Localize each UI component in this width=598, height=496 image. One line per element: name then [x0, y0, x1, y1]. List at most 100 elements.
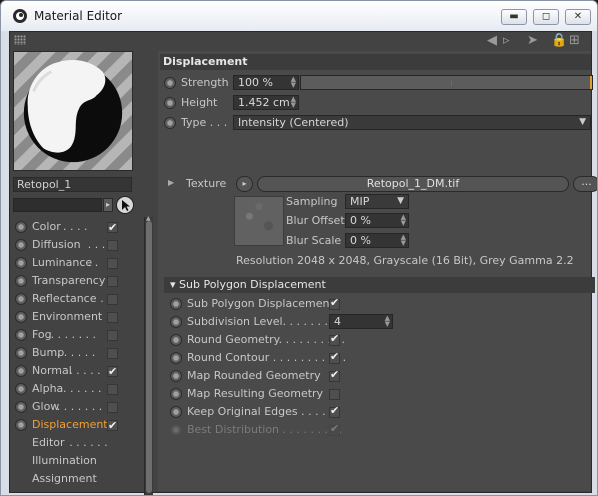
channel-alpha[interactable]: Alpha . . . . . .: [13, 380, 135, 398]
pick-cursor-button[interactable]: [116, 196, 134, 214]
channel-transparency[interactable]: Transparency: [13, 272, 135, 290]
channel-checkbox[interactable]: [107, 240, 118, 251]
grip-icon[interactable]: [14, 35, 26, 45]
pointer-icon[interactable]: ➤: [527, 33, 538, 49]
channel-radio[interactable]: [15, 329, 27, 341]
sub-polygon-checkbox[interactable]: [329, 389, 340, 400]
channel-fog[interactable]: Fog . . . . . . .: [13, 326, 135, 344]
channel-radio[interactable]: [15, 365, 27, 377]
subdivision-level-input[interactable]: 4 ▲ ▼: [329, 314, 393, 329]
sub-polygon-section-header[interactable]: ▾ Sub Polygon Displacement: [164, 277, 595, 293]
animate-toggle[interactable]: [170, 388, 182, 400]
channel-diffusion[interactable]: Diffusion . . . .: [13, 236, 135, 254]
material-name-field[interactable]: Retopol_1: [13, 177, 132, 192]
strength-slider[interactable]: [300, 75, 593, 90]
channel-reflectance[interactable]: Reflectance . .: [13, 290, 135, 308]
height-input[interactable]: 1.452 cm ▲ ▼: [233, 95, 299, 110]
channel-label: Normal: [32, 364, 72, 377]
channel-checkbox[interactable]: [107, 276, 118, 287]
blur-offset-input[interactable]: 0 % ▲ ▼: [345, 213, 409, 228]
channel-checkbox[interactable]: [107, 258, 118, 269]
channel-assignment[interactable]: Assignment: [13, 470, 135, 488]
filter-arrow-button[interactable]: ▸: [103, 198, 113, 212]
channel-radio[interactable]: [15, 221, 27, 233]
channel-radio[interactable]: [15, 347, 27, 359]
channel-displacement[interactable]: Displacement: [13, 416, 135, 435]
scrollbar-thumb[interactable]: [146, 221, 152, 493]
channel-list-scrollbar[interactable]: ▲ ▼: [144, 215, 153, 495]
resolution-info: Resolution 2048 x 2048, Grayscale (16 Bi…: [236, 252, 588, 270]
channel-luminance[interactable]: Luminance . .: [13, 254, 135, 272]
channel-color[interactable]: Color . . . .: [13, 218, 135, 237]
channel-label: Fog: [32, 328, 52, 341]
channel-radio[interactable]: [15, 311, 27, 323]
channel-filter-input[interactable]: [13, 198, 102, 212]
channel-environment[interactable]: Environment: [13, 308, 135, 326]
texture-file-button[interactable]: Retopol_1_DM.tif: [257, 176, 569, 192]
sub-polygon-checkbox[interactable]: [329, 368, 340, 382]
blur-offset-row: Blur Offset 0 % ▲ ▼: [286, 212, 586, 230]
animate-toggle[interactable]: [170, 352, 182, 364]
sub-polygon-checkbox[interactable]: [329, 296, 340, 310]
forward-arrow-icon[interactable]: ▹: [503, 33, 510, 49]
channel-checkbox[interactable]: [107, 363, 118, 381]
animate-toggle[interactable]: [170, 406, 182, 418]
channel-checkbox[interactable]: [107, 312, 118, 323]
channel-radio[interactable]: [15, 293, 27, 305]
lock-icon[interactable]: 🔒: [551, 33, 567, 49]
channel-bump[interactable]: Bump . . . . . .: [13, 344, 135, 362]
channel-checkbox[interactable]: [107, 348, 118, 359]
texture-options-button[interactable]: ▸: [236, 176, 253, 192]
channel-glow[interactable]: Glow . . . . . . .: [13, 398, 135, 416]
sub-polygon-label: Round Contour . . . . . . . . . . .: [187, 351, 347, 364]
collapse-arrow-icon[interactable]: ▾: [170, 278, 176, 291]
channel-checkbox[interactable]: [107, 402, 118, 413]
type-animate-toggle[interactable]: [164, 117, 176, 129]
texture-expand-icon[interactable]: ▶: [168, 178, 174, 187]
channel-checkbox[interactable]: [107, 384, 118, 395]
sampling-dropdown[interactable]: MIP ▼: [345, 194, 409, 209]
channel-dots: . . . . . .: [63, 382, 102, 395]
minimize-button[interactable]: ▬: [501, 9, 527, 25]
height-label: Height: [181, 96, 218, 109]
channel-dots: . . . . . .: [69, 436, 108, 449]
channel-checkbox[interactable]: [107, 294, 118, 305]
sub-polygon-checkbox[interactable]: [329, 404, 340, 418]
maximize-button[interactable]: ◻: [533, 9, 559, 25]
channel-radio[interactable]: [15, 239, 27, 251]
sub-polygon-checkbox[interactable]: [329, 350, 340, 364]
material-preview[interactable]: [13, 51, 133, 171]
sub-polygon-checkbox[interactable]: [329, 332, 340, 346]
sub-polygon-row: Best Distribution . . . . . . . . .: [170, 421, 590, 439]
channel-label: Glow: [32, 400, 60, 413]
title-bar[interactable]: Material Editor ▬ ◻ ✕: [1, 1, 597, 31]
channel-dots: . . . . . . .: [56, 400, 103, 413]
animate-toggle[interactable]: [170, 298, 182, 310]
channel-normal[interactable]: Normal . . . . .: [13, 362, 135, 381]
animate-toggle[interactable]: [170, 334, 182, 346]
channel-label: Reflectance: [32, 292, 97, 305]
type-dropdown[interactable]: Intensity (Centered) ▼: [233, 115, 591, 130]
channel-editor[interactable]: Editor . . . . . .: [13, 434, 135, 452]
sub-polygon-label: Keep Original Edges . . . . .: [187, 405, 333, 418]
new-window-icon[interactable]: ⊞: [569, 33, 580, 49]
channel-illumination[interactable]: Illumination: [13, 452, 135, 470]
back-arrow-icon[interactable]: ◀: [487, 33, 497, 49]
strength-animate-toggle[interactable]: [164, 77, 176, 89]
channel-checkbox[interactable]: [107, 330, 118, 341]
height-animate-toggle[interactable]: [164, 97, 176, 109]
sub-polygon-row: Map Rounded Geometry: [170, 367, 590, 385]
channel-checkbox[interactable]: [107, 417, 118, 435]
texture-browse-button[interactable]: ...: [573, 176, 597, 192]
blur-scale-input[interactable]: 0 % ▲ ▼: [345, 233, 409, 248]
channel-radio[interactable]: [15, 275, 27, 287]
channel-radio[interactable]: [15, 401, 27, 413]
channel-radio[interactable]: [15, 419, 27, 431]
animate-toggle[interactable]: [170, 316, 182, 328]
channel-radio[interactable]: [15, 257, 27, 269]
animate-toggle[interactable]: [170, 370, 182, 382]
strength-input[interactable]: 100 % ▲ ▼: [233, 75, 299, 90]
close-button[interactable]: ✕: [565, 9, 591, 25]
channel-checkbox[interactable]: [107, 219, 118, 237]
channel-radio[interactable]: [15, 383, 27, 395]
